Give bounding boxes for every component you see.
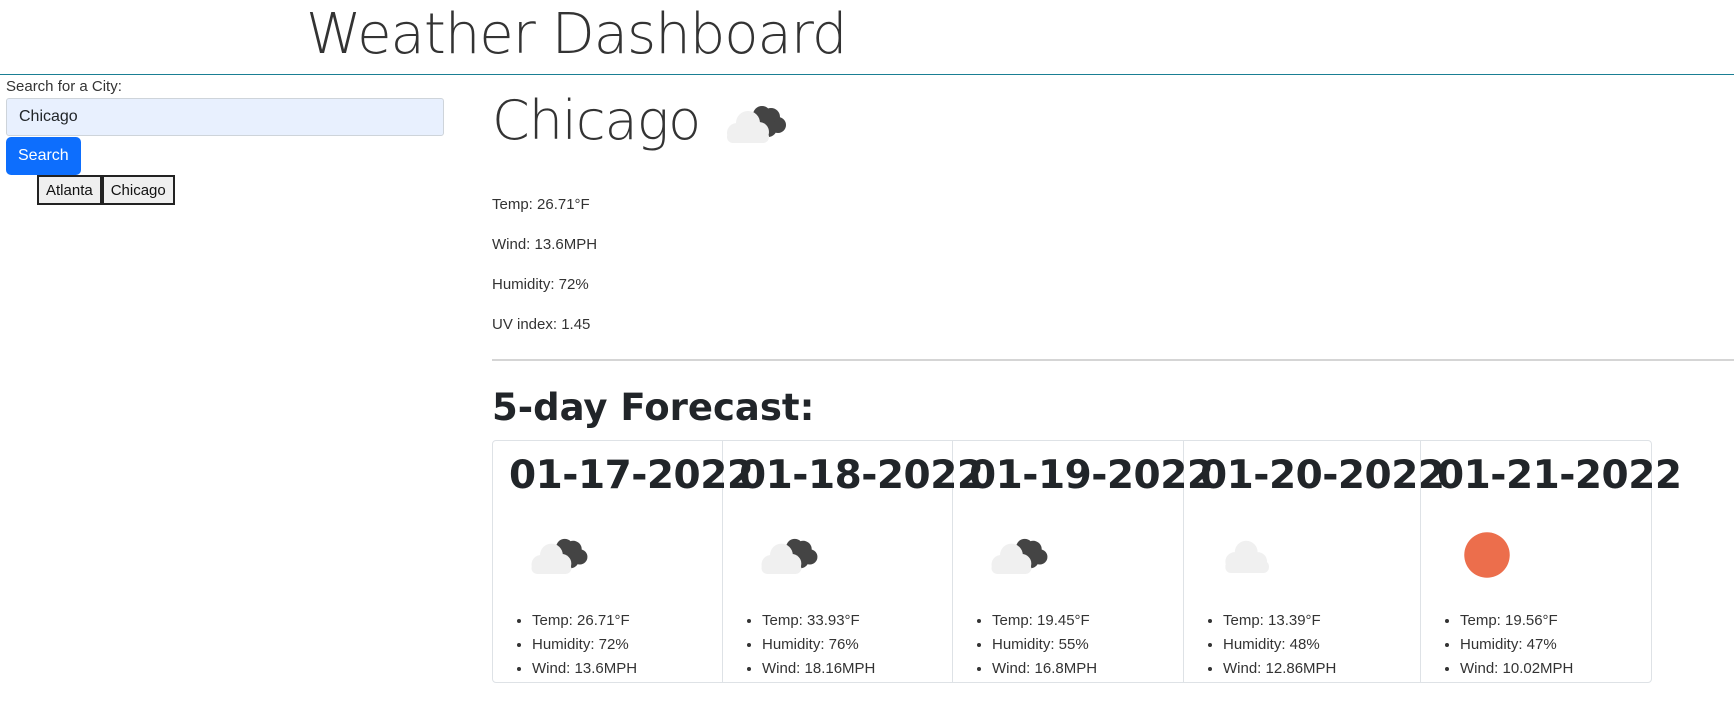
broken-clouds-icon xyxy=(761,538,818,574)
search-history: Atlanta Chicago xyxy=(37,175,175,205)
forecast-humidity: Humidity: 48% xyxy=(1223,633,1336,657)
history-button-chicago[interactable]: Chicago xyxy=(101,175,175,205)
broken-clouds-icon xyxy=(727,106,787,143)
forecast-details: Temp: 13.39°F Humidity: 48% Wind: 12.86M… xyxy=(1200,609,1336,681)
forecast-date: 01-19-2022 xyxy=(969,453,1214,498)
city-name: Chicago xyxy=(492,88,701,152)
divider xyxy=(492,359,1734,361)
city-search-input[interactable] xyxy=(6,98,444,136)
forecast-date: 01-21-2022 xyxy=(1437,453,1682,498)
forecast-temp: Temp: 26.71°F xyxy=(532,609,637,633)
forecast-heading: 5-day Forecast: xyxy=(492,386,815,429)
cloud-icon xyxy=(1225,540,1269,573)
history-button-atlanta[interactable]: Atlanta xyxy=(37,175,102,205)
search-label: Search for a City: xyxy=(6,78,122,95)
forecast-card: 01-17-2022 Temp: 26.71°F Humidity: 72% W… xyxy=(493,441,754,682)
forecast-temp: Temp: 19.45°F xyxy=(992,609,1097,633)
forecast-date: 01-18-2022 xyxy=(739,453,984,498)
forecast-wind: Wind: 18.16MPH xyxy=(762,657,875,681)
header: Weather Dashboard xyxy=(0,0,1734,75)
forecast-details: Temp: 19.45°F Humidity: 55% Wind: 16.8MP… xyxy=(969,609,1097,681)
current-weather: Chicago Temp: 26.71°F Wind: 13.6MPH Humi… xyxy=(492,80,1734,683)
forecast-card: 01-20-2022 Temp: 13.39°F Humidity: 48% W… xyxy=(1184,441,1445,682)
forecast-date: 01-17-2022 xyxy=(509,453,754,498)
forecast-details: Temp: 26.71°F Humidity: 72% Wind: 13.6MP… xyxy=(509,609,637,681)
forecast-humidity: Humidity: 47% xyxy=(1460,633,1573,657)
current-wind: Wind: 13.6MPH xyxy=(492,236,598,253)
broken-clouds-icon xyxy=(531,538,588,574)
forecast-details: Temp: 19.56°F Humidity: 47% Wind: 10.02M… xyxy=(1437,609,1573,681)
forecast-card: 01-19-2022 Temp: 19.45°F Humidity: 55% W… xyxy=(953,441,1214,682)
current-uv-index: UV index: 1.45 xyxy=(492,316,591,333)
forecast-humidity: Humidity: 72% xyxy=(532,633,637,657)
broken-clouds-icon xyxy=(991,538,1048,574)
forecast-card: 01-18-2022 Temp: 33.93°F Humidity: 76% W… xyxy=(723,441,984,682)
current-temp: Temp: 26.71°F xyxy=(492,196,590,213)
forecast-temp: Temp: 19.56°F xyxy=(1460,609,1573,633)
forecast-humidity: Humidity: 55% xyxy=(992,633,1097,657)
app-title: Weather Dashboard xyxy=(306,2,847,67)
search-button[interactable]: Search xyxy=(6,137,81,175)
current-humidity: Humidity: 72% xyxy=(492,276,589,293)
sun-icon xyxy=(1464,532,1510,578)
forecast-wind: Wind: 10.02MPH xyxy=(1460,657,1573,681)
city-header: Chicago xyxy=(492,80,1734,160)
forecast-temp: Temp: 13.39°F xyxy=(1223,609,1336,633)
forecast-wind: Wind: 13.6MPH xyxy=(532,657,637,681)
forecast-row: 01-17-2022 Temp: 26.71°F Humidity: 72% W… xyxy=(492,440,1682,683)
forecast-humidity: Humidity: 76% xyxy=(762,633,875,657)
forecast-temp: Temp: 33.93°F xyxy=(762,609,875,633)
forecast-card: 01-21-2022 Temp: 19.56°F Humidity: 47% W… xyxy=(1421,441,1682,682)
forecast-wind: Wind: 16.8MPH xyxy=(992,657,1097,681)
forecast-details: Temp: 33.93°F Humidity: 76% Wind: 18.16M… xyxy=(739,609,875,681)
forecast-date: 01-20-2022 xyxy=(1200,453,1445,498)
forecast-wind: Wind: 12.86MPH xyxy=(1223,657,1336,681)
search-panel: Search for a City: Search xyxy=(6,78,444,175)
